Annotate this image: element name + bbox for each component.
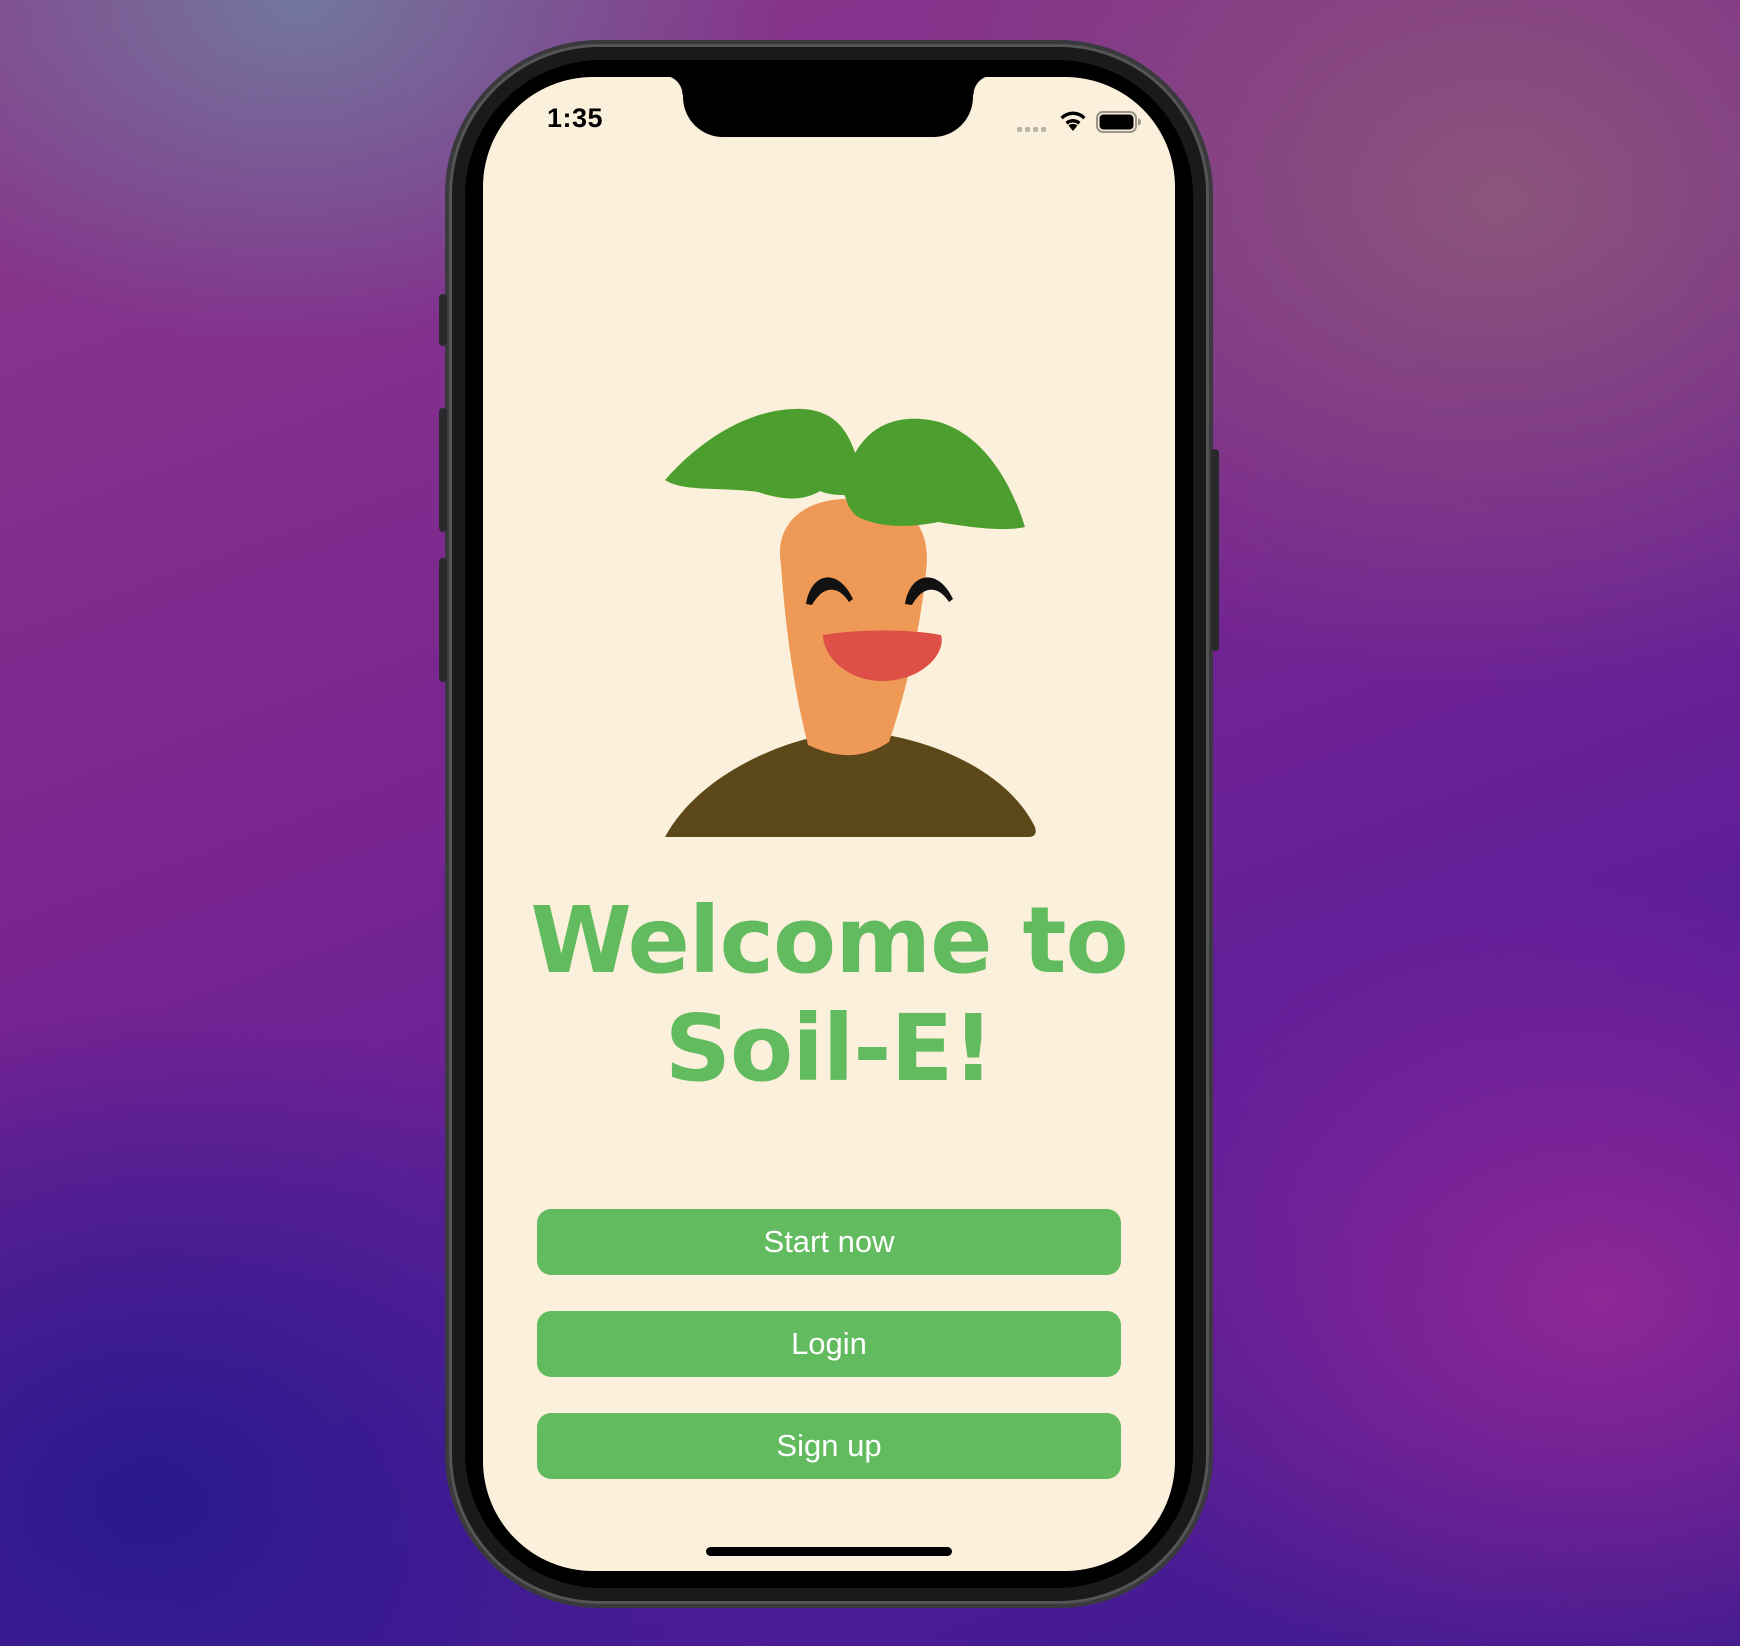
- app-screen: 1:35 Welcome to Soil-E! Start now Login …: [483, 77, 1175, 1571]
- battery-icon: [1096, 111, 1141, 133]
- carrot-mascot-icon: [664, 408, 1036, 837]
- status-time: 1:35: [547, 103, 604, 133]
- login-button[interactable]: Login: [537, 1311, 1121, 1377]
- power-button: [1211, 449, 1219, 651]
- wifi-icon: [1060, 111, 1086, 131]
- home-indicator[interactable]: [706, 1547, 952, 1556]
- welcome-title-line-2: Soil-E!: [664, 995, 995, 1102]
- cellular-signal-icon: [1017, 124, 1049, 132]
- volume-down-button: [439, 558, 447, 682]
- welcome-title-line-1: Welcome to: [530, 887, 1128, 994]
- welcome-title: Welcome to Soil-E!: [483, 887, 1175, 1103]
- mute-switch: [439, 294, 447, 346]
- sign-up-button[interactable]: Sign up: [537, 1413, 1121, 1479]
- camera-notch: [663, 77, 993, 137]
- volume-up-button: [439, 408, 447, 532]
- start-now-button[interactable]: Start now: [537, 1209, 1121, 1275]
